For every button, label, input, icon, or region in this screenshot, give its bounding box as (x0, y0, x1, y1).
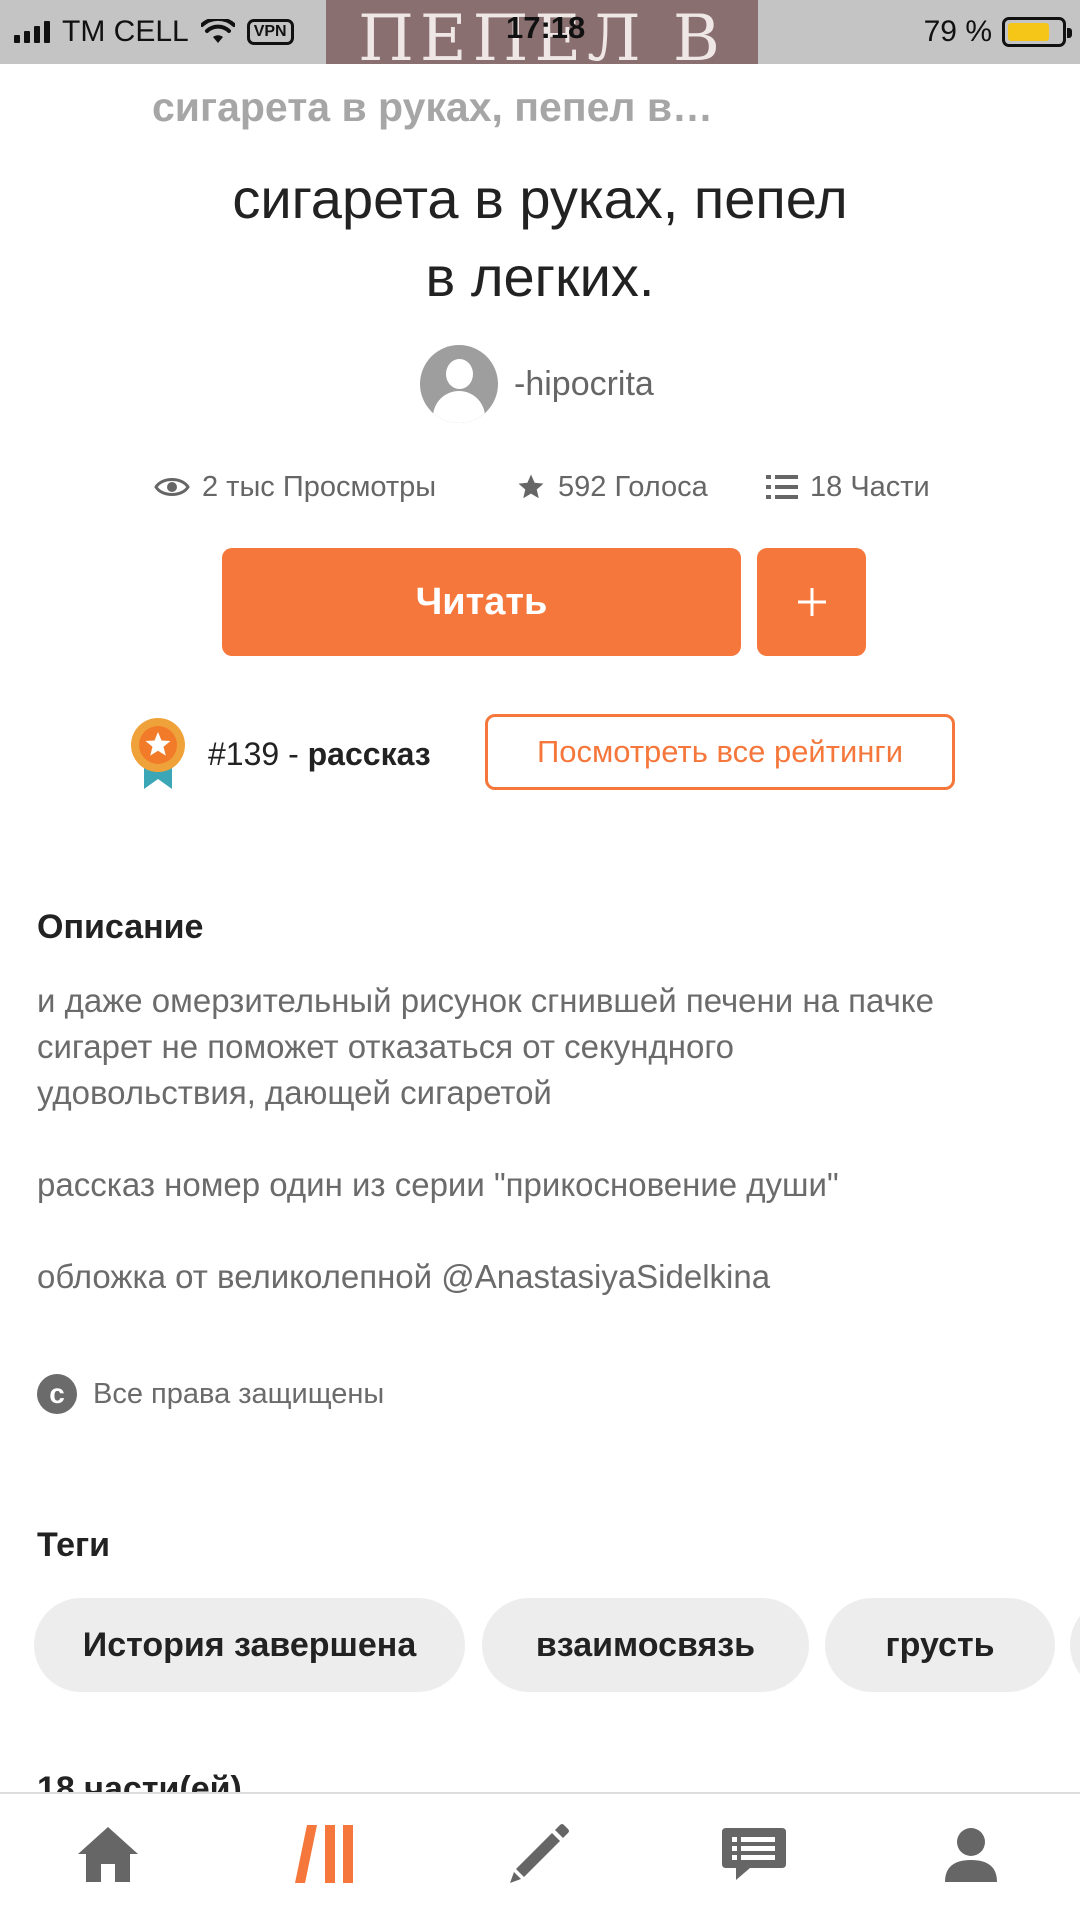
parts-count: 18 Части (810, 470, 930, 503)
views-count: 2 тыс Просмотры (202, 470, 437, 503)
votes-stat: 592 Голоса (516, 462, 708, 512)
description-line: сигарет не поможет отказаться от секундн… (37, 1028, 735, 1065)
battery-level (1008, 23, 1050, 41)
copyright-notice: c Все права защищены (37, 1372, 384, 1416)
story-title-line-1: сигарета в руках, пепел (232, 167, 848, 230)
copyright-icon: c (37, 1374, 77, 1414)
story-stats: 2 тыс Просмотры 592 Голоса 18 Части (150, 462, 950, 512)
view-all-rankings-button[interactable]: Посмотреть все рейтинги (485, 714, 955, 790)
nav-messages[interactable] (709, 1814, 799, 1894)
description-paragraph-2: рассказ номер один из серии "прикосновен… (37, 1166, 839, 1203)
description-paragraph-3: обложка от великолепной @AnastasiyaSidel… (37, 1258, 771, 1295)
vpn-badge: VPN (246, 19, 294, 45)
status-bar: TM CELL VPN ПЕПЕЛ В ЛЕГКИХ 17:18 79 % (0, 0, 1080, 92)
parts-stat: 18 Части (766, 462, 930, 512)
library-icon (295, 1825, 353, 1883)
author-name[interactable]: -hipocrita (514, 365, 654, 404)
tags-heading: Теги (37, 1526, 111, 1564)
bottom-nav (0, 1792, 1080, 1920)
ranking-number: #139 - (208, 735, 299, 772)
ranking-category: рассказ (307, 735, 431, 772)
home-icon (78, 1827, 138, 1882)
battery-nub (1067, 28, 1072, 38)
story-title-line-2: в легких. (425, 245, 655, 308)
nav-home[interactable] (63, 1814, 153, 1894)
description-line: и даже омерзительный рисунок сгнившей пе… (37, 982, 934, 1019)
tags-list: История завершена взаимосвязь грусть (34, 1598, 1080, 1692)
status-right: 79 % (923, 10, 1072, 54)
avatar[interactable] (420, 345, 498, 423)
tag-chip[interactable]: История завершена (34, 1598, 465, 1692)
messages-icon (722, 1828, 786, 1880)
header-title: сигарета в руках, пепел в… (152, 84, 714, 130)
add-to-library-button[interactable] (757, 548, 866, 656)
description-paragraph-1: и даже омерзительный рисунок сгнившей пе… (37, 978, 1057, 1116)
tag-chip[interactable]: взаимосвязь (482, 1598, 809, 1692)
ranking-text: #139 - рассказ (208, 736, 431, 773)
description-heading: Описание (37, 908, 204, 946)
nav-library[interactable] (280, 1814, 370, 1894)
copyright-text: Все права защищены (93, 1377, 385, 1410)
write-icon (510, 1824, 569, 1883)
author[interactable]: -hipocrita (420, 344, 654, 424)
nav-write[interactable] (494, 1814, 584, 1894)
wifi-icon (200, 19, 235, 43)
read-button[interactable]: Читать (222, 548, 741, 656)
status-left: TM CELL VPN (14, 10, 294, 54)
eye-icon (154, 478, 190, 496)
story-title: сигарета в руках, пепел в легких. (90, 160, 990, 316)
star-icon (518, 474, 544, 499)
votes-count: 592 Голоса (558, 470, 708, 503)
list-icon (766, 475, 798, 499)
views-stat: 2 тыс Просмотры (154, 462, 436, 512)
nav-header: сигарета в руках, пепел в… (0, 64, 1080, 166)
profile-icon (945, 1828, 997, 1882)
award-medal-icon (131, 718, 185, 789)
clock: 17:18 (506, 10, 586, 45)
battery-percent: 79 % (923, 15, 992, 48)
tag-chip-partial[interactable] (1070, 1598, 1080, 1692)
ranking: #139 - рассказ (128, 714, 431, 794)
tag-chip[interactable]: грусть (825, 1598, 1055, 1692)
description-line: удовольствия, дающей сигаретой (37, 1074, 552, 1111)
carrier-name: TM CELL (62, 15, 189, 48)
plus-icon (797, 588, 826, 616)
signal-icon (14, 21, 50, 43)
nav-profile[interactable] (926, 1814, 1016, 1894)
battery-icon (1002, 17, 1072, 47)
